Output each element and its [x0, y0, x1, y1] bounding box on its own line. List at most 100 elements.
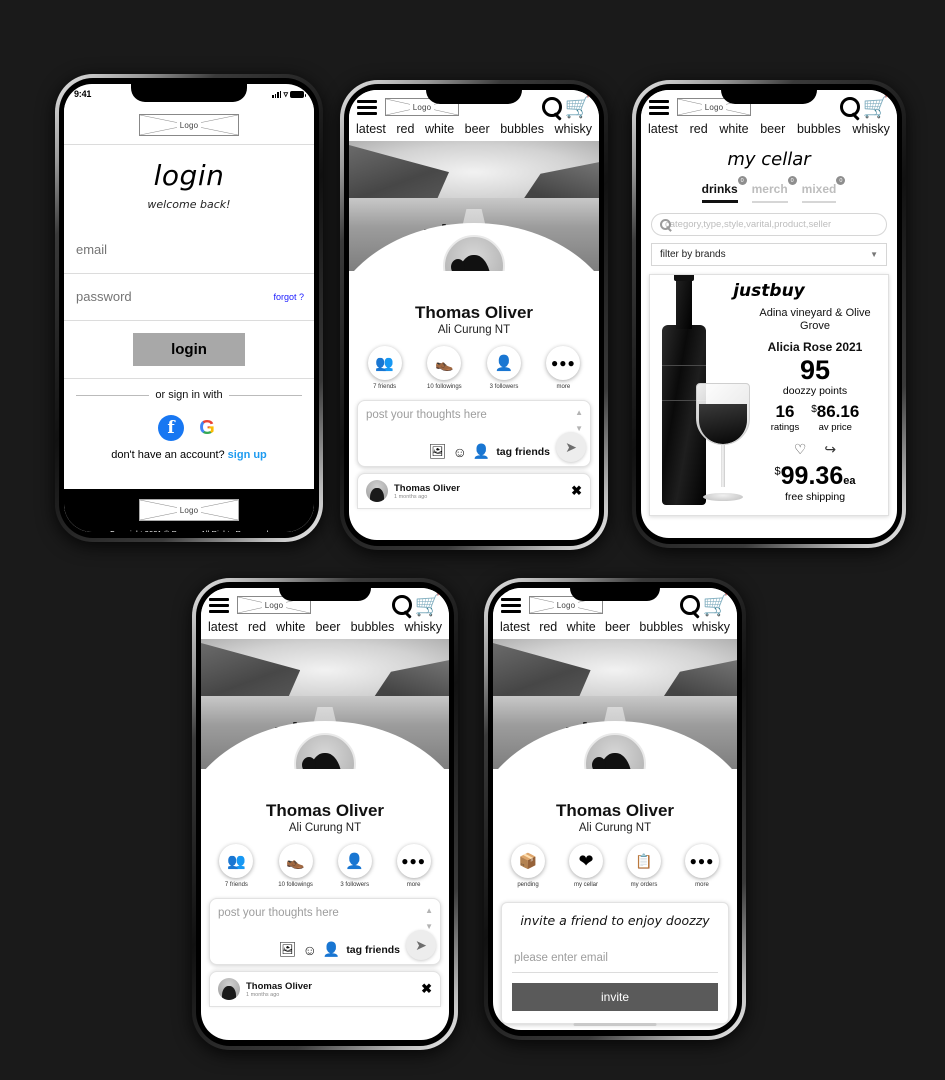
caret-up-icon[interactable]: ▲: [425, 906, 433, 915]
category-red[interactable]: red: [690, 122, 708, 136]
tile-pending[interactable]: 📦 pending: [511, 844, 545, 888]
phone-profile-2: Logo 🛒 latest red white beer bubbles whi…: [192, 578, 458, 1050]
hamburger-menu-icon[interactable]: [501, 597, 521, 613]
search-input[interactable]: category,type,style,varital,product,sell…: [651, 213, 887, 236]
stat-followings[interactable]: 👞 10 followings: [427, 346, 462, 390]
category-red[interactable]: red: [248, 620, 266, 634]
category-white[interactable]: white: [567, 620, 596, 634]
hamburger-menu-icon[interactable]: [209, 597, 229, 613]
phone-bezel: Logo 🛒 latest red white beer bubbles whi…: [344, 84, 604, 546]
shopping-cart-icon[interactable]: 🛒: [863, 97, 889, 118]
person-icon[interactable]: 👤: [323, 941, 340, 958]
stat-friends[interactable]: 👥 7 friends: [219, 844, 254, 888]
category-latest[interactable]: latest: [356, 122, 386, 136]
category-bubbles[interactable]: bubbles: [797, 122, 841, 136]
glass-wine: [699, 404, 747, 444]
category-latest[interactable]: latest: [648, 122, 678, 136]
brand-filter-select[interactable]: filter by brands ▼: [651, 243, 887, 266]
tab-merch[interactable]: merch 0: [751, 176, 797, 203]
shopping-cart-icon[interactable]: 🛒: [703, 595, 729, 616]
tag-friends-label[interactable]: tag friends: [346, 944, 400, 956]
invite-email-input[interactable]: please enter email: [512, 940, 718, 973]
stat-more[interactable]: ●●● more: [396, 844, 431, 888]
tab-label: mixed: [801, 182, 837, 196]
brand-logo: Logo: [139, 114, 239, 136]
category-white[interactable]: white: [425, 122, 454, 136]
login-button[interactable]: login: [133, 333, 245, 366]
signup-link[interactable]: sign up: [228, 449, 267, 461]
invite-button[interactable]: invite: [512, 983, 718, 1011]
search-icon[interactable]: [839, 96, 861, 118]
password-field-row[interactable]: forgot ?: [64, 274, 314, 321]
person-check-icon: 👤: [487, 346, 521, 380]
email-input[interactable]: [76, 242, 302, 257]
category-beer[interactable]: beer: [760, 122, 785, 136]
category-white[interactable]: white: [276, 620, 305, 634]
password-input[interactable]: [76, 289, 302, 304]
tile-my-cellar[interactable]: ❤ my cellar: [569, 844, 603, 888]
profile-cover-image: [349, 141, 599, 271]
shopping-cart-icon[interactable]: 🛒: [415, 595, 441, 616]
search-icon[interactable]: [391, 594, 413, 616]
category-whisky[interactable]: whisky: [404, 620, 442, 634]
category-bubbles[interactable]: bubbles: [639, 620, 683, 634]
emoji-icon[interactable]: ☺: [303, 942, 317, 958]
caret-down-icon[interactable]: ▼: [425, 922, 433, 931]
stat-followers[interactable]: 👤 3 followers: [337, 844, 372, 888]
category-beer[interactable]: beer: [465, 122, 490, 136]
image-icon[interactable]: 🖼: [429, 443, 447, 460]
category-red[interactable]: red: [396, 122, 414, 136]
caret-down-icon[interactable]: ▼: [575, 424, 583, 433]
post-composer[interactable]: post your thoughts here ▲ ▼ 🖼 ☺ 👤 tag fr…: [357, 400, 591, 467]
category-latest[interactable]: latest: [208, 620, 238, 634]
list-item[interactable]: Thomas Oliver 1 months ago ✖: [357, 473, 591, 509]
close-icon[interactable]: ✖: [571, 483, 582, 499]
forgot-password-link[interactable]: forgot ?: [273, 292, 304, 302]
divider-line-right: [228, 394, 303, 396]
tile-my-orders[interactable]: 📋 my orders: [627, 844, 661, 888]
stat-more[interactable]: ●●● more: [546, 346, 581, 390]
send-icon[interactable]: ➤: [406, 930, 436, 960]
category-bubbles[interactable]: bubbles: [351, 620, 395, 634]
image-icon[interactable]: 🖼: [279, 941, 297, 958]
category-beer[interactable]: beer: [605, 620, 630, 634]
category-whisky[interactable]: whisky: [554, 122, 592, 136]
avprice-metric: $86.16 av price: [811, 403, 859, 433]
category-latest[interactable]: latest: [500, 620, 530, 634]
home-indicator: [573, 1023, 657, 1026]
tab-drinks[interactable]: drinks 0: [701, 176, 747, 203]
share-arrow-icon[interactable]: ↪: [824, 441, 836, 458]
emoji-icon[interactable]: ☺: [453, 444, 467, 460]
stat-followers[interactable]: 👤 3 followers: [487, 346, 521, 390]
hamburger-menu-icon[interactable]: [649, 99, 669, 115]
email-field-row[interactable]: [64, 227, 314, 274]
composer-scroll[interactable]: ▲ ▼: [425, 906, 433, 931]
hamburger-menu-icon[interactable]: [357, 99, 377, 115]
stat-friends[interactable]: 👥 7 friends: [367, 346, 402, 390]
shopping-cart-icon[interactable]: 🛒: [565, 97, 591, 118]
facebook-icon[interactable]: f: [158, 415, 184, 441]
send-icon[interactable]: ➤: [556, 432, 586, 462]
search-icon[interactable]: [541, 96, 563, 118]
person-icon[interactable]: 👤: [473, 443, 490, 460]
caret-up-icon[interactable]: ▲: [575, 408, 583, 417]
binoculars-icon: 👞: [278, 844, 313, 878]
google-icon[interactable]: G: [194, 415, 220, 441]
close-icon[interactable]: ✖: [421, 981, 432, 997]
category-beer[interactable]: beer: [315, 620, 340, 634]
product-card[interactable]: justbuy Adina vineyard & Olive Grove Ali…: [649, 274, 889, 516]
list-item[interactable]: Thomas Oliver 1 months ago ✖: [209, 971, 441, 1007]
composer-scroll[interactable]: ▲ ▼: [575, 408, 583, 433]
category-whisky[interactable]: whisky: [692, 620, 730, 634]
heart-outline-icon[interactable]: ♡: [794, 441, 807, 458]
tab-mixed[interactable]: mixed 0: [801, 176, 846, 203]
category-whisky[interactable]: whisky: [852, 122, 890, 136]
search-icon[interactable]: [679, 594, 701, 616]
category-white[interactable]: white: [719, 122, 748, 136]
category-bubbles[interactable]: bubbles: [500, 122, 544, 136]
tag-friends-label[interactable]: tag friends: [496, 446, 550, 458]
category-red[interactable]: red: [539, 620, 557, 634]
post-composer[interactable]: post your thoughts here ▲ ▼ 🖼 ☺ 👤 tag fr…: [209, 898, 441, 965]
tile-more[interactable]: ●●● more: [685, 844, 719, 888]
stat-followings[interactable]: 👞 10 followings: [278, 844, 313, 888]
